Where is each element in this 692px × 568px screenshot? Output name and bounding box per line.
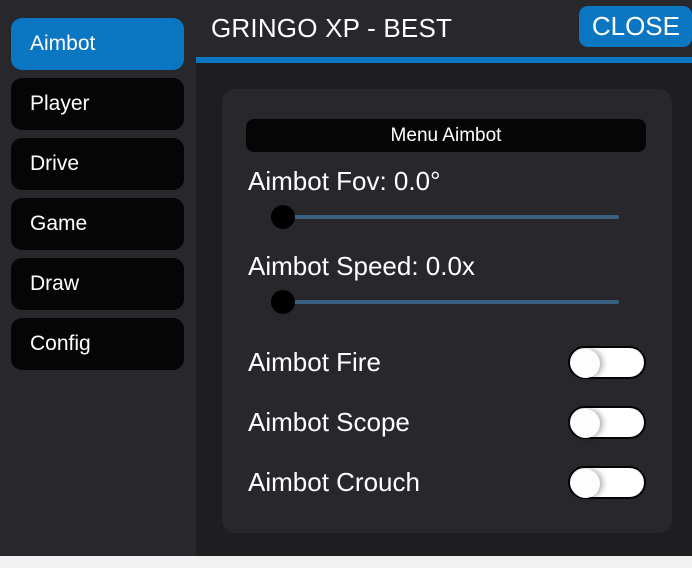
title-accent-underline (196, 57, 692, 63)
slider-label-aimbot-speed: Aimbot Speed: 0.0x (248, 251, 475, 281)
section-header-menu-aimbot[interactable]: Menu Aimbot (246, 119, 646, 152)
slider-label-aimbot-fov: Aimbot Fov: 0.0° (248, 166, 441, 196)
page-title: GRINGO XP - BEST (211, 13, 453, 43)
sidebar-item-label: Player (30, 92, 90, 115)
sidebar-item-label: Aimbot (30, 32, 96, 55)
sidebar-item-game[interactable]: Game (11, 198, 184, 250)
sidebar-item-label: Config (30, 332, 91, 355)
toggle-row-aimbot-crouch: Aimbot Crouch (222, 462, 672, 502)
toggle-aimbot-scope[interactable] (568, 406, 646, 439)
title-bar: GRINGO XP - BEST CLOSE (196, 0, 692, 57)
content-area: GRINGO XP - BEST CLOSE Menu Aimbot Aimbo… (196, 0, 692, 556)
toggle-knob (571, 409, 600, 438)
sidebar-item-draw[interactable]: Draw (11, 258, 184, 310)
slider-aimbot-fov[interactable] (271, 205, 619, 229)
sidebar-item-config[interactable]: Config (11, 318, 184, 370)
mod-menu-window: Aimbot Player Drive Game Draw Config GRI… (0, 0, 692, 556)
toggle-knob (571, 469, 600, 498)
settings-card: Menu Aimbot Aimbot Fov: 0.0° Aimbot Spee… (222, 89, 672, 533)
sidebar-item-player[interactable]: Player (11, 78, 184, 130)
sidebar: Aimbot Player Drive Game Draw Config (0, 0, 196, 556)
toggle-aimbot-crouch[interactable] (568, 466, 646, 499)
sidebar-item-aimbot[interactable]: Aimbot (11, 18, 184, 70)
toggle-knob (571, 349, 600, 378)
slider-track (293, 215, 619, 219)
toggle-row-aimbot-scope: Aimbot Scope (222, 402, 672, 442)
toggle-aimbot-fire[interactable] (568, 346, 646, 379)
sidebar-item-label: Drive (30, 152, 80, 175)
slider-aimbot-speed[interactable] (271, 290, 619, 314)
sidebar-item-label: Game (30, 212, 88, 235)
slider-track (293, 300, 619, 304)
toggle-label-aimbot-scope: Aimbot Scope (248, 407, 410, 437)
slider-knob[interactable] (271, 205, 295, 229)
sidebar-item-drive[interactable]: Drive (11, 138, 184, 190)
slider-knob[interactable] (271, 290, 295, 314)
toggle-label-aimbot-crouch: Aimbot Crouch (248, 467, 420, 497)
sidebar-item-label: Draw (30, 272, 80, 295)
close-button[interactable]: CLOSE (578, 6, 692, 47)
toggle-row-aimbot-fire: Aimbot Fire (222, 342, 672, 382)
toggle-label-aimbot-fire: Aimbot Fire (248, 347, 381, 377)
